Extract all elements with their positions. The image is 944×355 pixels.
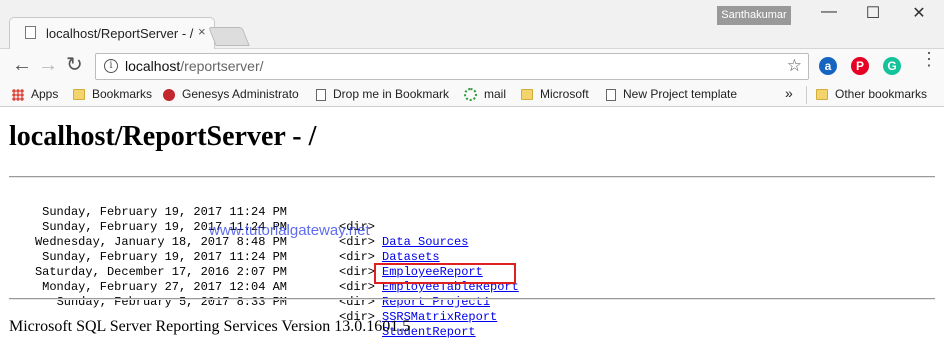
bookmark-genesys[interactable]: Genesys Administrato xyxy=(163,87,299,101)
divider xyxy=(9,298,935,300)
bookmark-label: mail xyxy=(484,87,507,101)
list-item: Sunday, February 5, 2017 8:33 PM <dir> S… xyxy=(9,280,476,339)
list-item: Sunday, February 19, 2017 11:24 PM <dir>… xyxy=(9,235,519,294)
genesys-icon xyxy=(163,88,175,101)
menu-icon[interactable]: ⋮ xyxy=(920,50,938,68)
new-tab-button[interactable] xyxy=(208,27,250,46)
item-type: <dir> xyxy=(339,265,376,279)
close-window-button[interactable]: ✕ xyxy=(896,3,942,23)
list-item: Sunday, February 19, 2017 11:24 PM <dir>… xyxy=(9,205,439,264)
folder-icon xyxy=(816,89,828,101)
back-button[interactable]: ← xyxy=(12,55,32,75)
page-icon xyxy=(316,88,326,101)
url-path: /reportserver/ xyxy=(180,58,264,74)
list-item: Saturday, December 17, 2016 2:07 PM <dir… xyxy=(9,250,490,309)
other-bookmarks[interactable]: Other bookmarks xyxy=(816,87,927,101)
folder-link[interactable]: Data Sources xyxy=(382,235,468,250)
minimize-button[interactable]: — xyxy=(806,3,852,21)
info-icon[interactable]: i xyxy=(104,59,118,73)
page-content: localhost/ReportServer - / Sunday, Febru… xyxy=(0,107,944,342)
bookmark-star-icon[interactable]: ☆ xyxy=(787,56,802,76)
folder-icon xyxy=(73,89,85,101)
apps-icon xyxy=(12,88,24,101)
item-type: <dir> xyxy=(339,250,376,264)
bookmarks-bar: Apps Bookmarks Genesys Administrato Drop… xyxy=(0,83,944,107)
bookmark-label: Drop me in Bookmark xyxy=(333,87,450,101)
tab-title: localhost/ReportServer - / xyxy=(46,26,194,41)
bookmark-label: New Project template xyxy=(623,87,738,101)
bookmarks-overflow-button[interactable]: » xyxy=(785,85,793,101)
forward-button[interactable]: → xyxy=(38,55,58,75)
profile-name[interactable]: Santhakumar xyxy=(717,6,791,25)
maximize-button[interactable]: ☐ xyxy=(850,3,896,23)
title-bar: localhost/ReportServer - / × Santhakumar… xyxy=(0,0,944,49)
url-text[interactable]: localhost/reportserver/ xyxy=(125,58,264,74)
mail-icon xyxy=(464,88,477,102)
bookmark-microsoft[interactable]: Microsoft xyxy=(521,87,589,101)
grammarly-icon[interactable]: G xyxy=(883,57,901,75)
divider xyxy=(806,86,807,104)
version-footer: Microsoft SQL Server Reporting Services … xyxy=(9,318,411,335)
bookmark-label: Apps xyxy=(31,87,59,101)
bookmark-mail[interactable]: mail xyxy=(464,87,507,102)
browser-tab[interactable]: localhost/ReportServer - / × xyxy=(9,17,215,49)
list-item: Monday, February 27, 2017 12:04 AM <dir>… xyxy=(9,265,497,324)
page-icon xyxy=(25,26,36,39)
pinterest-icon[interactable]: P xyxy=(851,57,869,75)
bookmark-drop-me[interactable]: Drop me in Bookmark xyxy=(316,87,449,101)
reload-button[interactable]: ↻ xyxy=(66,55,83,75)
bookmark-apps[interactable]: Apps xyxy=(12,87,58,101)
highlight-box xyxy=(374,263,516,284)
list-item: Wednesday, January 18, 2017 8:48 PM <dir… xyxy=(9,220,483,279)
page-icon xyxy=(606,88,616,101)
address-bar[interactable]: i localhost/reportserver/ ☆ xyxy=(95,53,809,80)
browser-toolbar: ← → ↻ i localhost/reportserver/ ☆ a P G … xyxy=(0,49,944,83)
tab-close-icon[interactable]: × xyxy=(198,24,206,39)
bookmark-label: Bookmarks xyxy=(92,87,153,101)
extension-a-icon[interactable]: a xyxy=(819,57,837,75)
bookmark-label: Other bookmarks xyxy=(835,87,928,101)
page-title: localhost/ReportServer - / xyxy=(9,121,317,152)
list-item: Sunday, February 19, 2017 11:24 PM <dir>… xyxy=(9,190,468,249)
url-host: localhost xyxy=(125,58,181,74)
divider xyxy=(9,176,935,178)
folder-icon xyxy=(521,89,533,101)
directory-listing: Sunday, February 19, 2017 11:24 PM <dir>… xyxy=(9,190,519,339)
bookmark-bookmarks[interactable]: Bookmarks xyxy=(73,87,152,101)
item-type: <dir> xyxy=(339,280,376,294)
bookmark-label: Genesys Administrato xyxy=(182,87,299,101)
bookmark-new-project[interactable]: New Project template xyxy=(606,87,737,101)
watermark-text: www.tutorialgateway.net xyxy=(209,222,370,239)
bookmark-label: Microsoft xyxy=(540,87,589,101)
